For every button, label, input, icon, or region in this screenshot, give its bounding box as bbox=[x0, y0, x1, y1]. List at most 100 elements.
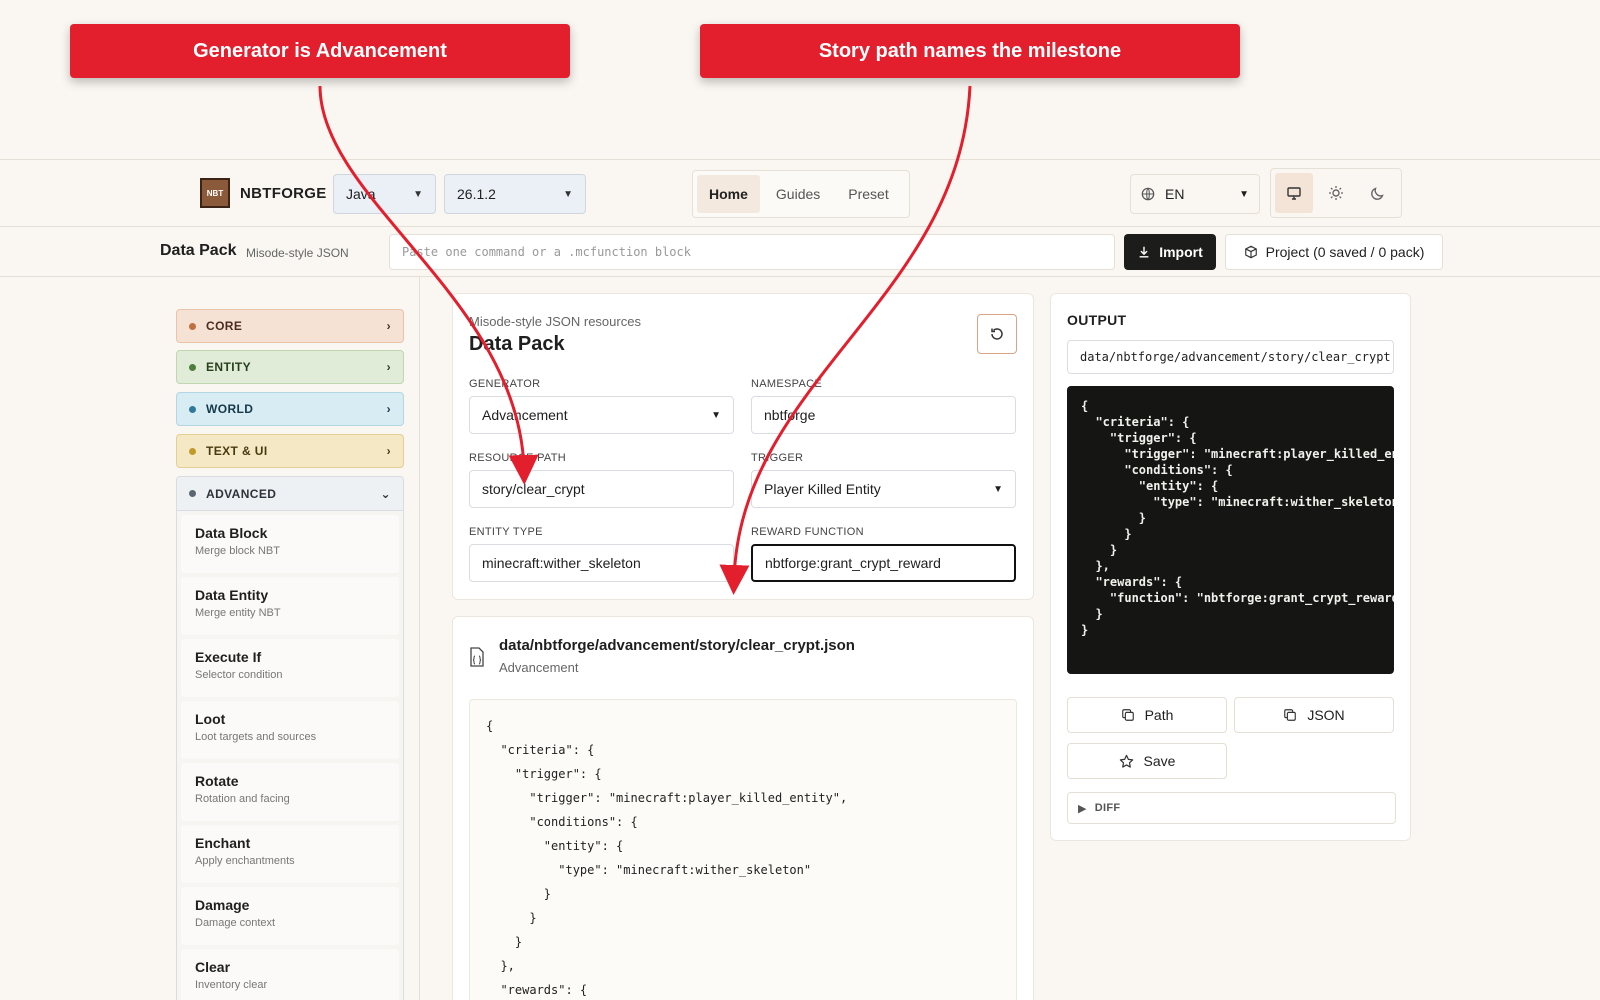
import-label: Import bbox=[1159, 244, 1203, 260]
sun-icon bbox=[1329, 186, 1343, 200]
file-preview-card: data/nbtforge/advancement/story/clear_cr… bbox=[452, 616, 1034, 1000]
theme-dark-button[interactable] bbox=[1359, 173, 1397, 213]
sidebar-item-enchant[interactable]: Enchant Apply enchantments bbox=[181, 825, 399, 883]
theme-light-button[interactable] bbox=[1317, 173, 1355, 213]
category-label: TEXT & UI bbox=[206, 444, 268, 458]
brand[interactable]: NBT NBTFORGE bbox=[200, 178, 327, 208]
save-label: Save bbox=[1143, 753, 1176, 769]
field-label: RESOURCE PATH bbox=[469, 452, 567, 464]
category-label: WORLD bbox=[206, 402, 254, 416]
trigger-field: TRIGGER Player Killed Entity ▼ bbox=[751, 452, 1016, 508]
field-label: GENERATOR bbox=[469, 378, 541, 390]
sidebar-item-data-block[interactable]: Data Block Merge block NBT bbox=[181, 515, 399, 573]
command-input-placeholder: Paste one command or a .mcfunction block bbox=[402, 245, 691, 259]
category-label: ENTITY bbox=[206, 360, 252, 374]
project-label: Project (0 saved / 0 pack) bbox=[1265, 244, 1425, 260]
chevron-right-icon: › bbox=[386, 444, 391, 458]
page-subtitle: Misode-style JSON bbox=[246, 246, 349, 260]
reset-button[interactable] bbox=[977, 314, 1017, 354]
sidebar-item-loot[interactable]: Loot Loot targets and sources bbox=[181, 701, 399, 759]
nav-tabs: Home Guides Preset bbox=[692, 170, 910, 218]
sidebar-category-world[interactable]: WORLD › bbox=[176, 392, 404, 426]
download-icon bbox=[1139, 246, 1149, 258]
save-button[interactable]: Save bbox=[1067, 743, 1227, 779]
callout-story-path: Story path names the milestone bbox=[700, 24, 1240, 78]
preview-code: { "criteria": { "trigger": { "trigger": … bbox=[469, 699, 1017, 1000]
resource-path-field: RESOURCE PATH story/clear_crypt bbox=[469, 452, 734, 508]
sidebar-item-execute-if[interactable]: Execute If Selector condition bbox=[181, 639, 399, 697]
sidebar-category-advanced[interactable]: ADVANCED ⌄ bbox=[177, 477, 403, 511]
language-select[interactable]: EN ▼ bbox=[1130, 174, 1260, 214]
command-input[interactable]: Paste one command or a .mcfunction block bbox=[389, 234, 1115, 270]
advanced-item-list: Data Block Merge block NBT Data Entity M… bbox=[177, 511, 403, 1000]
sidebar-item-clear[interactable]: Clear Inventory clear bbox=[181, 949, 399, 1000]
output-panel: OUTPUT data/nbtforge/advancement/story/c… bbox=[1050, 293, 1411, 841]
field-label: TRIGGER bbox=[751, 452, 804, 464]
chevron-down-icon: ▼ bbox=[413, 188, 423, 200]
version-select[interactable]: 26.1.2 ▼ bbox=[444, 174, 586, 214]
chevron-right-icon: › bbox=[386, 360, 391, 374]
diff-toggle[interactable]: ▶ DIFF bbox=[1067, 792, 1396, 824]
chevron-down-icon: ▼ bbox=[711, 409, 721, 421]
output-code: { "criteria": { "trigger": { "trigger": … bbox=[1067, 386, 1394, 674]
sidebar-category-entity[interactable]: ENTITY › bbox=[176, 350, 404, 384]
callout-generator: Generator is Advancement bbox=[70, 24, 570, 78]
chevron-down-icon: ▼ bbox=[563, 188, 573, 200]
datapack-toolbar: Data Pack Misode-style JSON Paste one co… bbox=[0, 228, 1600, 277]
package-icon bbox=[1244, 245, 1257, 259]
item-title: Data Block bbox=[195, 525, 268, 541]
category-dot bbox=[189, 322, 196, 330]
category-dot bbox=[189, 405, 196, 413]
category-label: ADVANCED bbox=[206, 486, 277, 501]
item-desc: Merge block NBT bbox=[195, 545, 280, 557]
theme-system-button[interactable] bbox=[1275, 173, 1313, 213]
chevron-down-icon: ▼ bbox=[1239, 188, 1249, 200]
entity-type-input[interactable]: minecraft:wither_skeleton bbox=[469, 544, 734, 582]
item-title: Rotate bbox=[195, 773, 239, 789]
copy-path-button[interactable]: Path bbox=[1067, 697, 1227, 733]
chevron-down-icon: ⌄ bbox=[380, 486, 391, 501]
sidebar-item-rotate[interactable]: Rotate Rotation and facing bbox=[181, 763, 399, 821]
annotation-band: Generator is Advancement Story path name… bbox=[0, 0, 1600, 160]
tab-guides[interactable]: Guides bbox=[764, 175, 832, 213]
json-file-icon bbox=[470, 647, 484, 667]
generator-select[interactable]: Advancement ▼ bbox=[469, 396, 734, 434]
trigger-select[interactable]: Player Killed Entity ▼ bbox=[751, 470, 1016, 508]
item-title: Clear bbox=[195, 959, 231, 975]
category-dot bbox=[189, 490, 196, 497]
copy-path-label: Path bbox=[1144, 707, 1174, 723]
category-dot bbox=[189, 447, 196, 455]
field-label: REWARD FUNCTION bbox=[751, 526, 864, 538]
item-desc: Merge entity NBT bbox=[195, 607, 281, 619]
reward-function-input[interactable]: nbtforge:grant_crypt_reward bbox=[751, 544, 1016, 582]
import-button[interactable]: Import bbox=[1124, 234, 1216, 270]
reward-function-value: nbtforge:grant_crypt_reward bbox=[765, 555, 941, 571]
output-label: OUTPUT bbox=[1067, 312, 1127, 328]
category-dot bbox=[189, 363, 196, 371]
sidebar-item-damage[interactable]: Damage Damage context bbox=[181, 887, 399, 945]
item-desc: Rotation and facing bbox=[195, 793, 290, 805]
copy-json-button[interactable]: JSON bbox=[1234, 697, 1394, 733]
item-title: Loot bbox=[195, 711, 226, 727]
edition-select[interactable]: Java ▼ bbox=[333, 174, 436, 214]
preview-file-kind: Advancement bbox=[499, 660, 579, 675]
sidebar-item-data-entity[interactable]: Data Entity Merge entity NBT bbox=[181, 577, 399, 635]
chevron-down-icon: ▼ bbox=[993, 483, 1003, 495]
generator-field: GENERATOR Advancement ▼ bbox=[469, 378, 734, 434]
tab-home[interactable]: Home bbox=[697, 175, 760, 213]
tab-preset[interactable]: Preset bbox=[836, 175, 900, 213]
project-button[interactable]: Project (0 saved / 0 pack) bbox=[1225, 234, 1443, 270]
language-value: EN bbox=[1165, 186, 1185, 202]
version-value: 26.1.2 bbox=[457, 186, 496, 202]
output-path-field[interactable]: data/nbtforge/advancement/story/clear_cr… bbox=[1067, 340, 1394, 374]
namespace-input[interactable]: nbtforge bbox=[751, 396, 1016, 434]
entity-type-field: ENTITY TYPE minecraft:wither_skeleton bbox=[469, 526, 734, 582]
sidebar-category-core[interactable]: CORE › bbox=[176, 309, 404, 343]
sidebar-category-text-ui[interactable]: TEXT & UI › bbox=[176, 434, 404, 468]
resource-path-input[interactable]: story/clear_crypt bbox=[469, 470, 734, 508]
caret-right-icon: ▶ bbox=[1078, 802, 1087, 815]
category-label: CORE bbox=[206, 319, 243, 333]
item-title: Enchant bbox=[195, 835, 251, 851]
resource-path-value: story/clear_crypt bbox=[482, 481, 585, 497]
item-desc: Damage context bbox=[195, 917, 276, 929]
